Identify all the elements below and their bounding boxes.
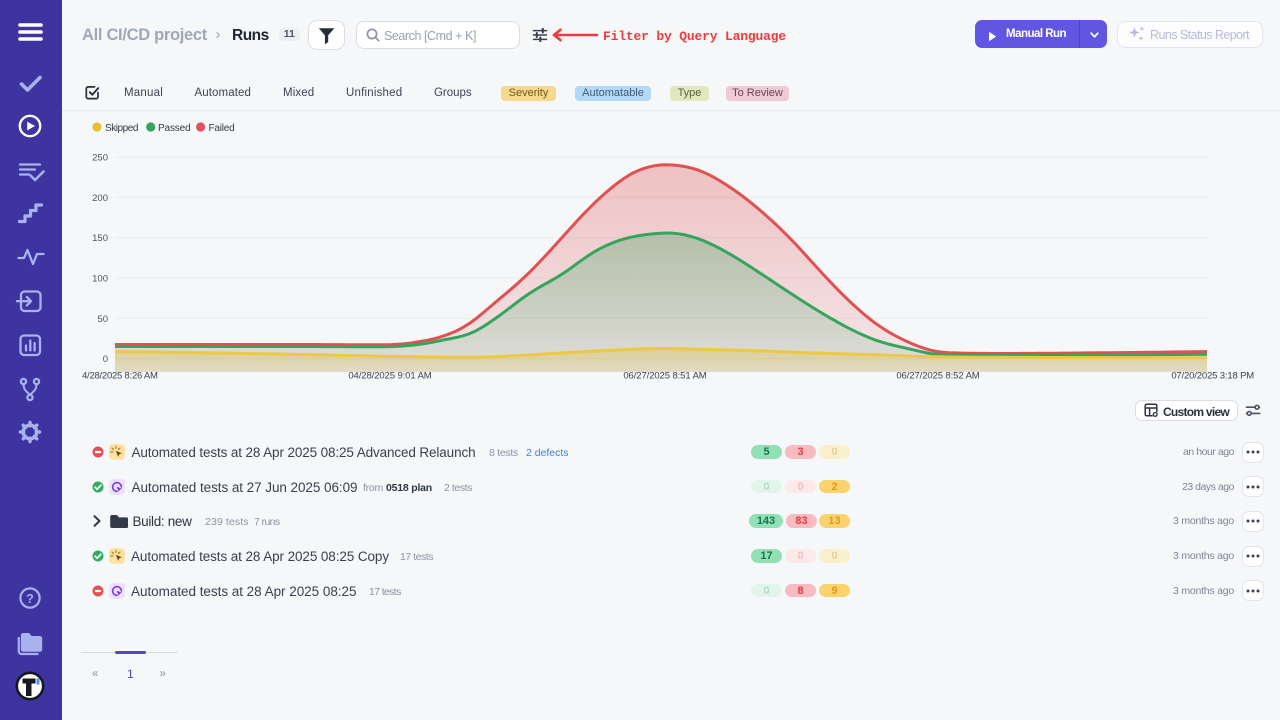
svg-text:50: 50 (97, 314, 108, 325)
svg-text:250: 250 (92, 153, 108, 164)
svg-text:?: ? (26, 592, 34, 606)
svg-text:100: 100 (92, 274, 108, 285)
svg-text:07/20/2025 3:18 PM: 07/20/2025 3:18 PM (1171, 371, 1254, 382)
svg-text:0: 0 (103, 354, 108, 365)
svg-text:Passed: Passed (158, 123, 191, 134)
svg-text:04/28/2025 9:01 AM: 04/28/2025 9:01 AM (348, 371, 431, 382)
svg-text:Failed: Failed (209, 123, 235, 134)
svg-text:150: 150 (92, 233, 108, 244)
svg-text:06/27/2025 8:51 AM: 06/27/2025 8:51 AM (623, 371, 706, 382)
svg-text:200: 200 (92, 193, 108, 204)
svg-text:06/27/2025 8:52 AM: 06/27/2025 8:52 AM (896, 371, 979, 382)
svg-text:Skipped: Skipped (105, 123, 138, 134)
svg-text:4/28/2025 8:26 AM: 4/28/2025 8:26 AM (82, 371, 158, 382)
